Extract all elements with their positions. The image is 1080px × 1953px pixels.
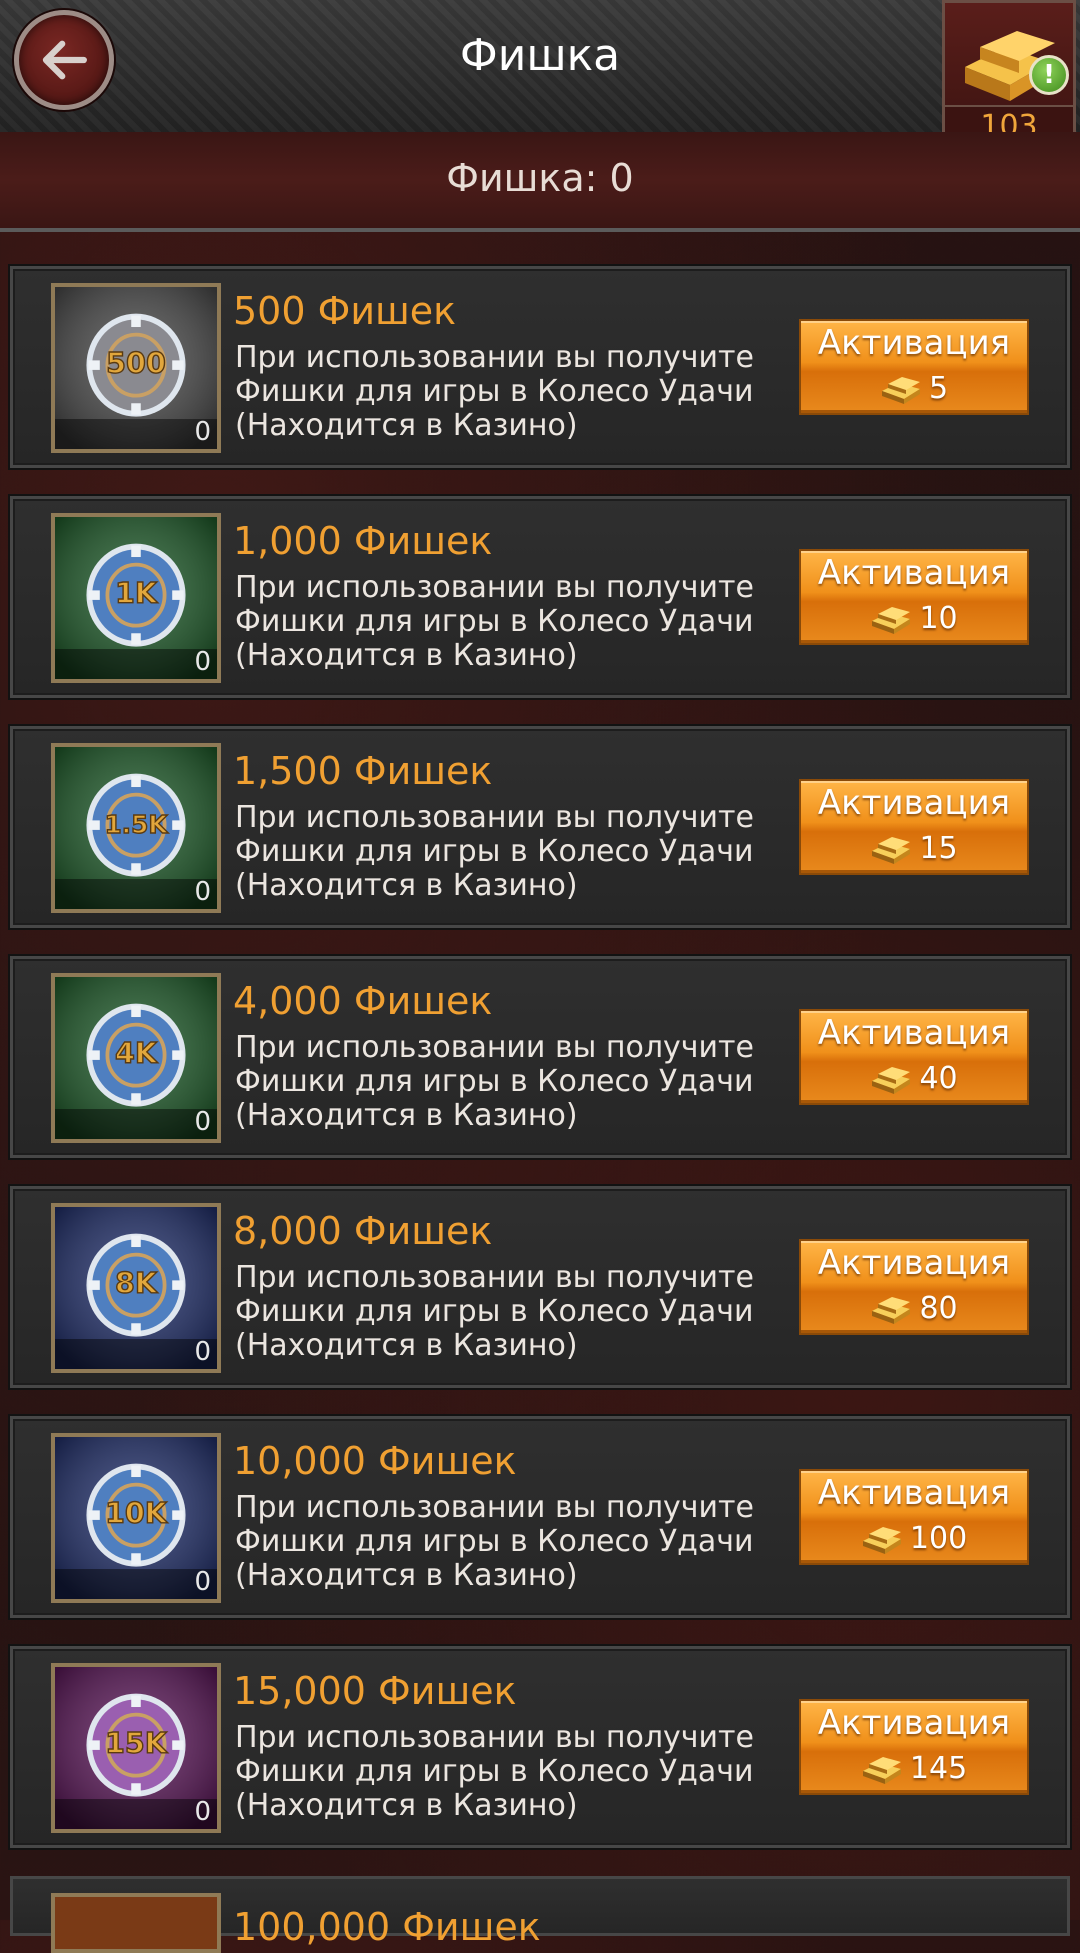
list-item: 500 0 500 Фишек При использовании вы пол…: [10, 266, 1070, 468]
item-description: При использовании вы получите Фишки для …: [235, 1030, 754, 1133]
item-quantity: 0: [194, 877, 211, 907]
item-thumbnail: 1K 0: [51, 513, 221, 683]
activation-cost: 10: [919, 601, 958, 636]
gold-bar-icon: [872, 606, 911, 634]
activate-button[interactable]: Активация 100: [799, 1469, 1029, 1565]
item-name: 1,500 Фишек: [233, 749, 493, 793]
item-name: 8,000 Фишек: [233, 1209, 493, 1253]
item-name: 500 Фишек: [233, 289, 457, 333]
activation-cost: 5: [929, 371, 949, 406]
item-name: 10,000 Фишек: [233, 1439, 517, 1483]
activation-cost: 145: [909, 1751, 968, 1786]
activate-button[interactable]: Активация 40: [799, 1009, 1029, 1105]
activation-cost: 40: [919, 1061, 958, 1096]
cost-row: 80: [801, 1291, 1027, 1331]
activate-button-label: Активация: [817, 1243, 1011, 1283]
activate-button[interactable]: Активация 80: [799, 1239, 1029, 1335]
activate-button-label: Активация: [817, 1473, 1011, 1513]
list-item: 15K 0 15,000 Фишек При использовании вы …: [10, 1646, 1070, 1848]
quantity-strip: [55, 1109, 217, 1139]
gold-bar-icon: [872, 1296, 911, 1324]
activate-button-label: Активация: [817, 553, 1011, 593]
item-thumbnail: [51, 1893, 221, 1953]
svg-text:500: 500: [106, 346, 166, 380]
item-thumbnail: 1.5K 0: [51, 743, 221, 913]
cost-row: 145: [801, 1751, 1027, 1791]
list-item: 1K 0 1,000 Фишек При использовании вы по…: [10, 496, 1070, 698]
svg-text:1.5K: 1.5K: [104, 810, 168, 839]
item-quantity: 0: [194, 647, 211, 677]
quantity-strip: [55, 879, 217, 909]
gold-bar-icon: [862, 1526, 901, 1554]
gold-bar-icon: [872, 836, 911, 864]
chip-summary-bar: Фишка: 0: [0, 132, 1080, 232]
gold-bar-icon: [862, 1756, 901, 1784]
item-description: При использовании вы получите Фишки для …: [235, 570, 754, 673]
cost-row: 5: [801, 371, 1027, 411]
cost-row: 10: [801, 601, 1027, 641]
activate-button[interactable]: Активация 5: [799, 319, 1029, 415]
item-description: При использовании вы получите Фишки для …: [235, 1260, 754, 1363]
item-thumbnail: 15K 0: [51, 1663, 221, 1833]
item-thumbnail: 8K 0: [51, 1203, 221, 1373]
chip-count-label: Фишка: 0: [446, 156, 634, 200]
svg-text:15K: 15K: [105, 1726, 169, 1760]
quantity-strip: [55, 419, 217, 449]
list-item: 8K 0 8,000 Фишек При использовании вы по…: [10, 1186, 1070, 1388]
item-name: 1,000 Фишек: [233, 519, 493, 563]
activate-button[interactable]: Активация 10: [799, 549, 1029, 645]
cost-row: 15: [801, 831, 1027, 871]
top-bar: Фишка ! 103: [0, 0, 1080, 150]
item-quantity: 0: [194, 1797, 211, 1827]
page-title: Фишка: [459, 30, 621, 81]
activation-cost: 100: [909, 1521, 968, 1556]
quantity-strip: [55, 1799, 217, 1829]
gold-bar-icon: [881, 376, 920, 404]
item-name: 4,000 Фишек: [233, 979, 493, 1023]
quantity-strip: [55, 1569, 217, 1599]
activate-button-label: Активация: [817, 1013, 1011, 1053]
activate-button[interactable]: Активация 145: [799, 1699, 1029, 1795]
item-quantity: 0: [194, 1337, 211, 1367]
item-description: При использовании вы получите Фишки для …: [235, 340, 754, 443]
svg-text:1K: 1K: [115, 576, 159, 610]
notification-badge: !: [1029, 55, 1069, 95]
item-thumbnail: 500 0: [51, 283, 221, 453]
list-item: 1.5K 0 1,500 Фишек При использовании вы …: [10, 726, 1070, 928]
item-name: 100,000 Фишек: [233, 1905, 541, 1949]
item-thumbnail: 10K 0: [51, 1433, 221, 1603]
item-list: 500 0 500 Фишек При использовании вы пол…: [10, 266, 1070, 1876]
activation-cost: 80: [919, 1291, 958, 1326]
item-description: При использовании вы получите Фишки для …: [235, 1720, 754, 1823]
activate-button-label: Активация: [817, 1703, 1011, 1743]
svg-text:10K: 10K: [105, 1496, 169, 1530]
svg-text:8K: 8K: [115, 1266, 159, 1300]
activation-cost: 15: [919, 831, 958, 866]
back-arrow-icon: [42, 40, 87, 80]
item-thumbnail: 4K 0: [51, 973, 221, 1143]
item-quantity: 0: [194, 417, 211, 447]
svg-text:4K: 4K: [115, 1036, 159, 1070]
gold-bar-icon: [872, 1066, 911, 1094]
list-item: 4K 0 4,000 Фишек При использовании вы по…: [10, 956, 1070, 1158]
back-button[interactable]: [14, 10, 114, 110]
item-description: При использовании вы получите Фишки для …: [235, 800, 754, 903]
activate-button-label: Активация: [817, 323, 1011, 363]
cost-row: 40: [801, 1061, 1027, 1101]
item-description: При использовании вы получите Фишки для …: [235, 1490, 754, 1593]
cost-row: 100: [801, 1521, 1027, 1561]
list-item: 100,000 Фишек: [10, 1876, 1070, 1953]
item-quantity: 0: [194, 1107, 211, 1137]
item-name: 15,000 Фишек: [233, 1669, 517, 1713]
quantity-strip: [55, 1339, 217, 1369]
quantity-strip: [55, 649, 217, 679]
activate-button[interactable]: Активация 15: [799, 779, 1029, 875]
item-quantity: 0: [194, 1567, 211, 1597]
activate-button-label: Активация: [817, 783, 1011, 823]
list-item: 10K 0 10,000 Фишек При использовании вы …: [10, 1416, 1070, 1618]
gold-balance-button[interactable]: ! 103: [942, 0, 1076, 150]
